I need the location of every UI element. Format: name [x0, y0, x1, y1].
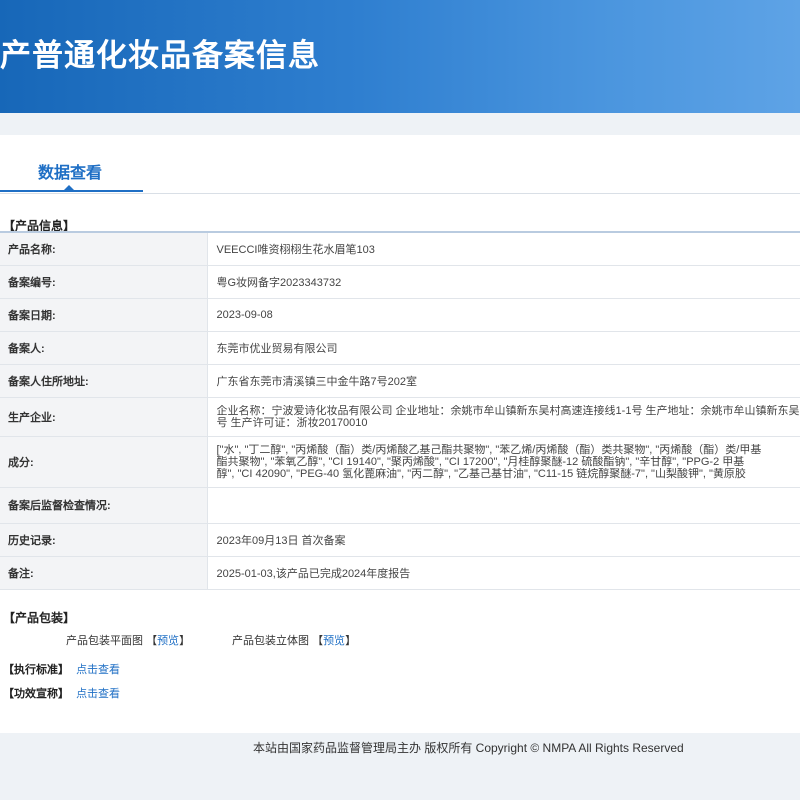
ingredients-value: ["水", "丁二醇", "丙烯酸（酯）类/丙烯酸乙基己酯共聚物", "苯乙烯/… [207, 436, 800, 488]
manufacturer-line: 企业名称：宁波爱诗化妆品有限公司 企业地址：余姚市牟山镇新东吴村高速连接线1-1… [216, 404, 800, 417]
filer-address-label: 备案人住所地址: [0, 364, 208, 398]
page-title: 国产普通化妆品备案信息 [0, 38, 320, 73]
manufacturer-value: 企业名称：宁波爱诗化妆品有限公司 企业地址：余姚市牟山镇新东吴村高速连接线1-1… [207, 397, 800, 437]
table-row: 历史记录: 2023年09月13日 首次备案 [0, 523, 800, 557]
record-no-value: 粤G妆网备字2023343732 [207, 265, 800, 299]
filer-label: 备案人: [0, 331, 208, 365]
footer: 本站由国家药品监督管理局主办 版权所有 Copyright © NMPA All… [0, 733, 800, 800]
tab-data-view[interactable]: 数据查看 [0, 135, 143, 192]
table-row: 备案人: 东莞市优业贸易有限公司 [0, 331, 800, 365]
package-3d-item: 产品包装立体图 【预览】 [232, 632, 356, 648]
ingredients-line: 酯共聚物", "苯氧乙醇", "CI 19140", "聚丙烯酸", "CI 1… [216, 455, 745, 468]
table-row: 生产企业: 企业名称：宁波爱诗化妆品有限公司 企业地址：余姚市牟山镇新东吴村高速… [0, 397, 800, 437]
remarks-value: 2025-01-03,该产品已完成2024年度报告 [207, 556, 800, 590]
bracket-close: 】 [345, 635, 357, 647]
record-no-label: 备案编号: [0, 265, 208, 299]
footer-copyright: 本站由国家药品监督管理局主办 版权所有 Copyright © NMPA All… [253, 741, 684, 755]
package-flat-label: 产品包装平面图 [66, 635, 143, 647]
table-row: 成分: ["水", "丁二醇", "丙烯酸（酯）类/丙烯酸乙基己酯共聚物", "… [0, 436, 800, 488]
bracket-open: 【 [312, 635, 324, 647]
filer-value: 东莞市优业贸易有限公司 [207, 331, 800, 365]
ingredients-line: 醇", "CI 42090", "PEG-40 氢化蓖麻油", "丙二醇", "… [216, 467, 746, 480]
packaging-section-title: 【产品包装】 [3, 611, 76, 625]
product-name-label: 产品名称: [0, 231, 208, 266]
header-banner: 国产普通化妆品备案信息 [0, 0, 800, 113]
tab-caret-icon [63, 185, 75, 191]
manufacturer-line: 号 生产许可证：浙妆20170010 [216, 416, 368, 429]
table-row: 备案人住所地址: 广东省东莞市清溪镇三中金牛路7号202室 [0, 364, 800, 398]
efficacy-row: 【功效宣称】 点击查看 [3, 685, 120, 701]
remarks-label: 备注: [0, 556, 208, 590]
bracket-close: 】 [179, 635, 191, 647]
table-row: 备案日期: 2023-09-08 [0, 298, 800, 332]
standard-row: 【执行标准】 点击查看 [3, 661, 120, 677]
standard-view-link[interactable]: 点击查看 [76, 664, 120, 676]
ingredients-label: 成分: [0, 436, 208, 488]
history-label: 历史记录: [0, 523, 208, 557]
table-row: 产品名称: VEECCI唯资栩栩生花水眉笔103 [0, 231, 800, 266]
header-gap [0, 113, 800, 135]
package-flat-item: 产品包装平面图 【预览】 [66, 632, 190, 648]
supervision-label: 备案后监督检查情况: [0, 487, 208, 524]
package-3d-label: 产品包装立体图 [232, 635, 309, 647]
tab-data-view-label: 数据查看 [38, 165, 103, 182]
efficacy-label: 【功效宣称】 [3, 688, 69, 700]
bracket-open: 【 [146, 635, 158, 647]
supervision-value [207, 487, 800, 524]
ingredients-line: ["水", "丁二醇", "丙烯酸（酯）类/丙烯酸乙基己酯共聚物", "苯乙烯/… [216, 443, 762, 456]
manufacturer-label: 生产企业: [0, 397, 208, 437]
table-row: 备案后监督检查情况: [0, 487, 800, 524]
record-date-value: 2023-09-08 [207, 298, 800, 332]
package-flat-preview-link[interactable]: 预览 [157, 635, 179, 647]
table-row: 备案编号: 粤G妆网备字2023343732 [0, 265, 800, 299]
efficacy-view-link[interactable]: 点击查看 [76, 688, 120, 700]
standard-label: 【执行标准】 [3, 664, 69, 676]
table-row: 备注: 2025-01-03,该产品已完成2024年度报告 [0, 556, 800, 590]
product-info-table: 产品名称: VEECCI唯资栩栩生花水眉笔103 备案编号: 粤G妆网备字202… [0, 231, 800, 590]
package-3d-preview-link[interactable]: 预览 [323, 635, 345, 647]
record-date-label: 备案日期: [0, 298, 208, 332]
product-name-value: VEECCI唯资栩栩生花水眉笔103 [207, 231, 800, 266]
history-value: 2023年09月13日 首次备案 [207, 523, 800, 557]
filer-address-value: 广东省东莞市清溪镇三中金牛路7号202室 [207, 364, 800, 398]
tab-bar: 数据查看 [0, 135, 800, 194]
